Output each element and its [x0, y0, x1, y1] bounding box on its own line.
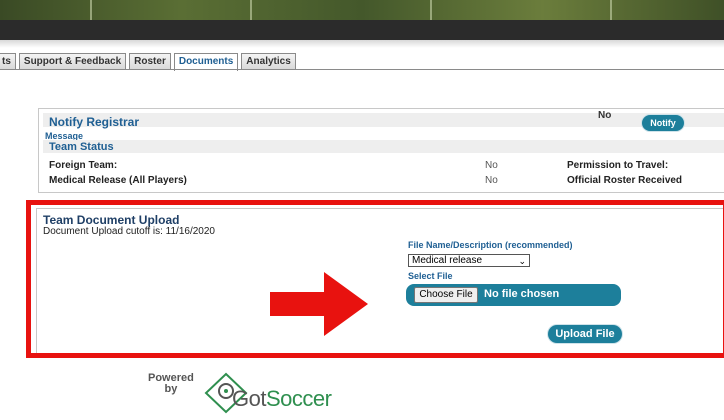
medical-release-label: Medical Release (All Players) [49, 175, 187, 186]
tab-support-feedback[interactable]: Support & Feedback [18, 53, 127, 69]
top-nav-bar [0, 20, 724, 40]
permission-to-travel-label: Permission to Travel: [567, 160, 669, 171]
notify-registrar-title: Notify Registrar [49, 115, 140, 129]
brand-name: GotSoccer [232, 386, 332, 411]
tab-partial[interactable]: ts [0, 53, 16, 69]
notify-value: No [598, 110, 612, 121]
team-status-header-bar [43, 140, 724, 153]
team-status-title: Team Status [49, 141, 114, 153]
foreign-team-label: Foreign Team: [49, 160, 118, 171]
header-banner-image [0, 0, 724, 20]
status-panel: Notify Registrar No Notify Message Team … [38, 108, 724, 193]
notify-button[interactable]: Notify [642, 115, 684, 131]
header-shadow [0, 40, 724, 48]
foreign-team-value: No [485, 160, 498, 171]
notify-header-bar [43, 113, 724, 127]
tab-divider [0, 69, 724, 70]
medical-release-value: No [485, 175, 498, 186]
official-roster-label: Official Roster Received [567, 175, 683, 186]
red-arrow-icon [270, 272, 368, 336]
gotsoccer-logo: Powered by GotSoccer [146, 366, 361, 416]
red-highlight-box [26, 200, 724, 358]
powered-by-text: Powered by [148, 372, 194, 395]
tab-strip: ts Support & Feedback Roster Documents A… [0, 53, 296, 71]
tab-analytics[interactable]: Analytics [241, 53, 296, 69]
tab-roster[interactable]: Roster [129, 53, 171, 69]
